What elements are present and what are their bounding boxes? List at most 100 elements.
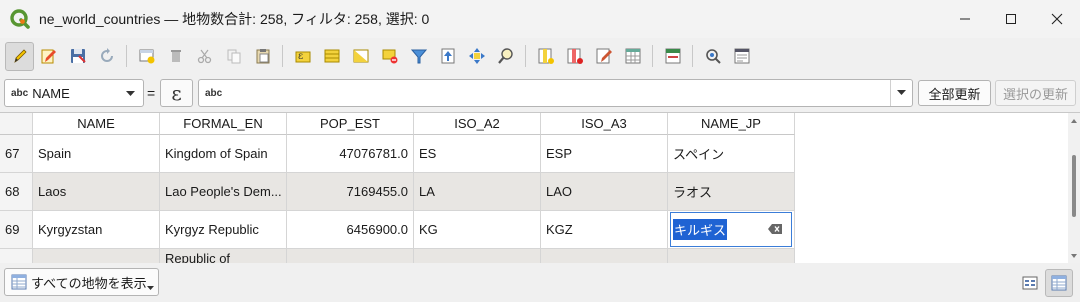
actions-icon <box>705 49 721 64</box>
table-cell[interactable]: Kyrgyz Republic <box>160 211 287 249</box>
field-calculator-button[interactable] <box>589 42 618 71</box>
maximize-icon <box>1006 14 1016 24</box>
table-cell[interactable]: LA <box>414 173 541 211</box>
feature-filter-button[interactable]: すべての地物を表示 <box>4 268 159 296</box>
table-cell[interactable] <box>414 249 541 263</box>
copy-icon <box>227 49 240 64</box>
vertical-scrollbar[interactable] <box>1068 113 1080 263</box>
add-feature-button[interactable] <box>132 42 161 71</box>
table-cell[interactable]: KGZ <box>541 211 668 249</box>
form-view-button[interactable] <box>727 42 756 71</box>
move-to-top-icon <box>441 48 454 64</box>
move-selection-to-top-button[interactable] <box>433 42 462 71</box>
table-row: 68 Laos Lao People's Dem... 7169455.0 LA… <box>0 173 795 211</box>
scroll-down-icon[interactable] <box>1071 254 1077 258</box>
delete-selected-icon <box>170 50 181 62</box>
chevron-down-icon <box>897 90 906 95</box>
value-dropdown-button[interactable] <box>890 80 912 106</box>
table-cell[interactable]: Laos <box>33 173 160 211</box>
expression-value-input[interactable]: abc <box>198 79 913 107</box>
column-header[interactable]: NAME <box>33 113 160 135</box>
filter-select-button[interactable] <box>404 42 433 71</box>
zoom-to-selected-button[interactable] <box>491 42 520 71</box>
actions-button[interactable] <box>698 42 727 71</box>
select-by-expression-button[interactable]: ε <box>288 42 317 71</box>
table-row: 69 Kyrgyzstan Kyrgyz Republic 6456900.0 … <box>0 211 795 249</box>
expression-builder-button[interactable]: ε <box>160 79 193 107</box>
update-all-button[interactable]: 全部更新 <box>918 80 991 106</box>
table-cell[interactable]: ES <box>414 135 541 173</box>
toggle-editing-button[interactable] <box>5 41 34 71</box>
reload-button[interactable] <box>92 42 121 71</box>
table-cell[interactable]: LAO <box>541 173 668 211</box>
reload-icon <box>100 48 113 62</box>
field-select[interactable]: abc NAME <box>4 79 144 107</box>
table-cell[interactable] <box>541 249 668 263</box>
maximize-button[interactable] <box>988 0 1034 38</box>
row-number[interactable]: 67 <box>0 135 33 173</box>
cut-button[interactable] <box>190 42 219 71</box>
new-field-button[interactable] <box>531 42 560 71</box>
clear-text-icon[interactable] <box>767 223 783 235</box>
delete-field-button[interactable] <box>560 42 589 71</box>
form-view-icon <box>734 48 749 64</box>
expression-bar: abc NAME = ε abc 全部更新 選択の更新 <box>0 78 1080 108</box>
row-number[interactable]: 68 <box>0 173 33 211</box>
table-row: Republic of <box>0 249 795 263</box>
row-number[interactable] <box>0 249 33 263</box>
conditional-formatting-button[interactable] <box>618 42 647 71</box>
form-view-toggle[interactable] <box>1016 269 1044 297</box>
pan-to-selected-button[interactable] <box>462 42 491 71</box>
close-icon <box>1051 13 1063 25</box>
table-corner[interactable] <box>0 113 33 135</box>
table-cell[interactable] <box>668 249 795 263</box>
deselect-all-button[interactable] <box>375 42 404 71</box>
close-button[interactable] <box>1034 0 1080 38</box>
save-edits-button[interactable] <box>63 42 92 71</box>
column-header[interactable]: ISO_A3 <box>541 113 668 135</box>
table-view-toggle[interactable] <box>1045 269 1073 297</box>
conditional-formatting-icon <box>625 48 640 64</box>
table-cell[interactable]: KG <box>414 211 541 249</box>
invert-selection-icon <box>353 49 368 63</box>
table-cell[interactable]: Lao People's Dem... <box>160 173 287 211</box>
table-cell[interactable]: Kyrgyzstan <box>33 211 160 249</box>
select-all-button[interactable] <box>317 42 346 71</box>
column-header[interactable]: POP_EST <box>287 113 414 135</box>
table-cell[interactable]: Republic of <box>160 249 287 263</box>
paste-icon <box>256 49 269 64</box>
update-selected-button[interactable]: 選択の更新 <box>995 80 1076 106</box>
scrollbar-thumb[interactable] <box>1072 155 1076 217</box>
table-cell[interactable]: スペイン <box>668 135 795 173</box>
table-cell[interactable]: ラオス <box>668 173 795 211</box>
scroll-up-icon[interactable] <box>1071 119 1077 123</box>
dock-table-button[interactable] <box>658 42 687 71</box>
cell-editor-input[interactable]: キルギス <box>670 212 792 247</box>
table-cell[interactable] <box>33 249 160 263</box>
table-icon <box>11 274 27 290</box>
invert-selection-button[interactable] <box>346 42 375 71</box>
column-header[interactable]: ISO_A2 <box>414 113 541 135</box>
multi-edit-button[interactable] <box>34 42 63 71</box>
toolbar-separator <box>525 45 526 67</box>
table-cell[interactable]: 7169455.0 <box>287 173 414 211</box>
table-cell[interactable]: 6456900.0 <box>287 211 414 249</box>
new-field-icon <box>538 48 554 64</box>
add-feature-icon <box>139 49 154 64</box>
paste-button[interactable] <box>248 42 277 71</box>
column-header[interactable]: NAME_JP <box>668 113 795 135</box>
chevron-down-icon <box>126 91 135 96</box>
table-cell[interactable]: Kingdom of Spain <box>160 135 287 173</box>
table-cell[interactable]: ESP <box>541 135 668 173</box>
minimize-button[interactable] <box>942 0 988 38</box>
multi-edit-icon <box>41 49 56 64</box>
table-cell[interactable]: Spain <box>33 135 160 173</box>
delete-selected-button[interactable] <box>161 42 190 71</box>
delete-field-icon <box>567 48 583 64</box>
toolbar-separator <box>652 45 653 67</box>
table-cell[interactable]: 47076781.0 <box>287 135 414 173</box>
row-number[interactable]: 69 <box>0 211 33 249</box>
table-cell[interactable] <box>287 249 414 263</box>
copy-button[interactable] <box>219 42 248 71</box>
column-header[interactable]: FORMAL_EN <box>160 113 287 135</box>
